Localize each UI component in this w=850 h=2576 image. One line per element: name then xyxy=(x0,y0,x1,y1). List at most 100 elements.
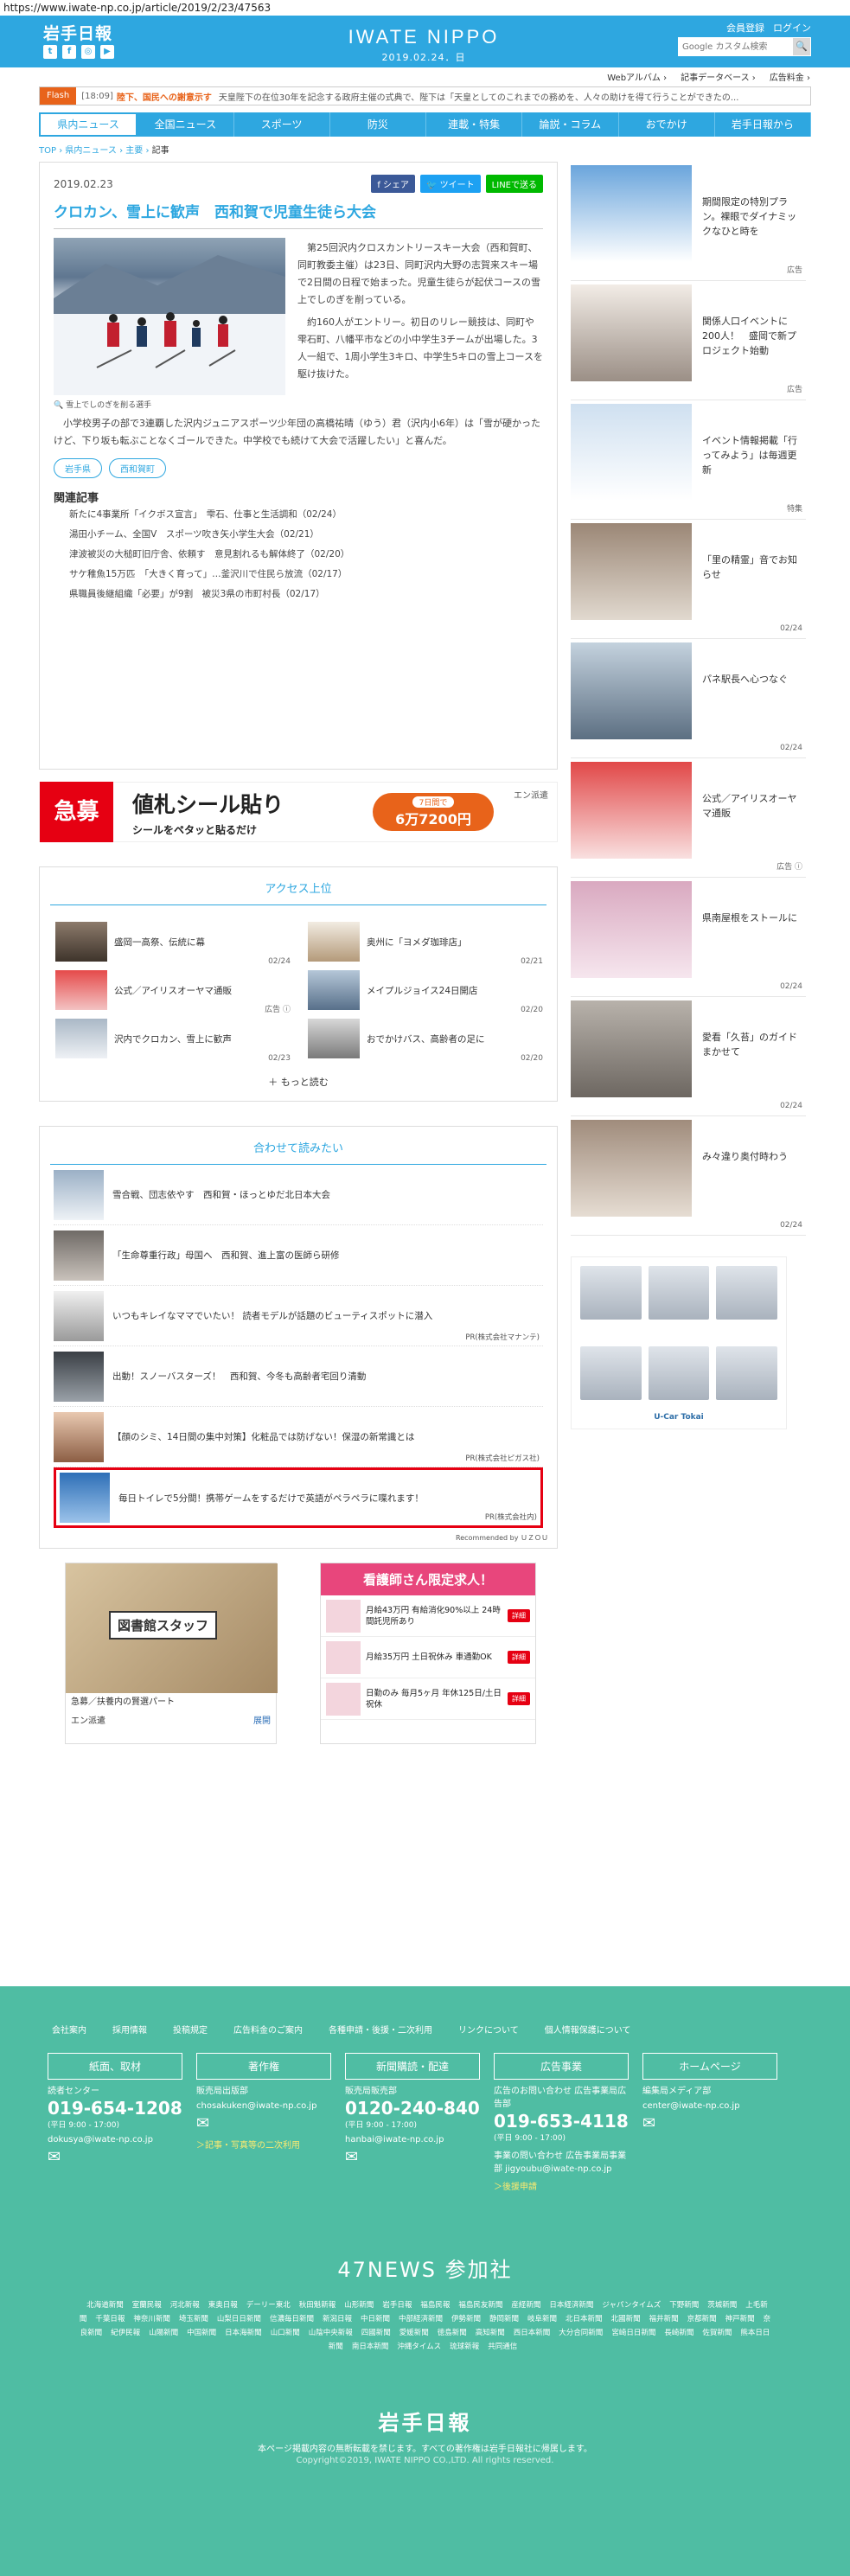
footer-link[interactable]: 個人情報保護について xyxy=(545,2023,631,2036)
ad-rates-link[interactable]: 広告料金 › xyxy=(770,70,810,83)
access-item[interactable]: メイプルジョイス24日開店 02/20 xyxy=(308,966,543,1014)
footer-link[interactable]: 投稿規定 xyxy=(173,2023,208,2036)
partner-paper-link[interactable]: 東奥日報 xyxy=(208,2301,238,2310)
partner-paper-link[interactable]: ジャパンタイムズ xyxy=(602,2301,661,2310)
partner-paper-link[interactable]: 山陽新聞 xyxy=(149,2329,178,2337)
mail-icon[interactable]: ✉ xyxy=(642,2114,777,2132)
login-link[interactable]: ログイン xyxy=(773,21,811,35)
contact-head[interactable]: 紙面、取材 xyxy=(48,2053,182,2080)
access-item[interactable]: 公式／アイリスオーヤマ通販 広告 ⓘ xyxy=(55,966,291,1014)
breadcrumb-sub[interactable]: 主要 xyxy=(125,146,143,156)
contact-head[interactable]: ホームページ xyxy=(642,2053,777,2080)
partner-paper-link[interactable]: 福島民友新聞 xyxy=(458,2301,502,2310)
partner-paper-link[interactable]: 日本経済新聞 xyxy=(549,2301,593,2310)
recommend-item[interactable]: 出動！スノーバスターズ！ 西和賀、今冬も高齢者宅回り清動 xyxy=(54,1346,543,1407)
partner-paper-link[interactable]: デーリー東北 xyxy=(246,2301,291,2310)
partner-paper-link[interactable]: 日本海新聞 xyxy=(225,2329,262,2337)
contact-head[interactable]: 広告事業 xyxy=(494,2053,629,2080)
breadcrumb-category[interactable]: 県内ニュース xyxy=(65,146,117,156)
nurse-ad-row[interactable]: 日勤のみ 毎月5ヶ月 年休125日/土日祝休 詳細 xyxy=(321,1678,535,1720)
contact-email[interactable]: dokusya@iwate-np.co.jp xyxy=(48,2135,182,2145)
nav-national-news[interactable]: 全国ニュース xyxy=(137,112,234,137)
nav-series[interactable]: 連載・特集 xyxy=(426,112,523,137)
related-item[interactable]: 津波被災の大槌町旧庁舎、依頼す 意見割れるも解体終了（02/20） xyxy=(54,545,543,565)
partner-paper-link[interactable]: 産経新聞 xyxy=(511,2301,540,2310)
related-item[interactable]: 湯田小チーム、全国V スポーツ吹き矢小学生大会（02/21） xyxy=(54,525,543,545)
partner-paper-link[interactable]: 大分合同新聞 xyxy=(559,2329,603,2337)
sidebar-item[interactable]: パネ駅長へ心つなぐ 02/24 xyxy=(571,639,806,758)
sidebar-item[interactable]: 愛看「久苔」のガイドまかせて 02/24 xyxy=(571,997,806,1116)
nav-disaster[interactable]: 防災 xyxy=(330,112,426,137)
partner-paper-link[interactable]: 茨城新聞 xyxy=(707,2301,737,2310)
contact-link[interactable]: ＞後援申請 xyxy=(494,2179,629,2192)
recommend-item[interactable]: いつもキレイなママでいたい！ 読者モデルが話題のビューティスポットに潜入 PR(株… xyxy=(54,1286,543,1346)
partner-paper-link[interactable]: 四國新聞 xyxy=(361,2329,391,2337)
partner-paper-link[interactable]: 琉球新報 xyxy=(450,2343,479,2351)
contact-email[interactable]: center@iwate-np.co.jp xyxy=(642,2101,777,2111)
partner-paper-link[interactable]: 山口新聞 xyxy=(271,2329,300,2337)
partner-paper-link[interactable]: 神戸新聞 xyxy=(725,2315,755,2324)
recommend-item[interactable]: 雪合戦、団志依やす 西和賀・ほっとゆだ北日本大会 xyxy=(54,1165,543,1225)
partner-paper-link[interactable]: 長崎新聞 xyxy=(664,2329,693,2337)
partner-paper-link[interactable]: 静岡新聞 xyxy=(489,2315,519,2324)
flash-news[interactable]: Flash [18:09] 陸下、国民への謝意示す 天皇陛下の在位30年を記念す… xyxy=(39,86,811,105)
partner-paper-link[interactable]: 岩手日報 xyxy=(382,2301,412,2310)
contact-phone[interactable]: 019-654-1208 xyxy=(48,2098,182,2119)
partner-paper-link[interactable]: 福井新聞 xyxy=(649,2315,679,2324)
footer-link[interactable]: リンクについて xyxy=(458,2023,519,2036)
partner-paper-link[interactable]: 河北新報 xyxy=(170,2301,200,2310)
partner-paper-link[interactable]: 高知新聞 xyxy=(476,2329,505,2337)
facebook-share-button[interactable]: f シェア xyxy=(371,175,416,193)
partner-paper-link[interactable]: 愛媛新聞 xyxy=(399,2329,429,2337)
sidebar-item[interactable]: 公式／アイリスオーヤマ通販 広告 ⓘ xyxy=(571,758,806,878)
partner-paper-link[interactable]: 佐賀新聞 xyxy=(702,2329,732,2337)
recommend-item[interactable]: 【顔のシミ、14日間の集中対策】化粧品では防げない！保湿の新常識とは PR(株式会… xyxy=(54,1407,543,1467)
contact-email[interactable]: chosakuken@iwate-np.co.jp xyxy=(196,2101,331,2111)
facebook-icon[interactable]: f xyxy=(62,45,76,59)
access-item[interactable]: おでかけバス、高齢者の足に 02/20 xyxy=(308,1014,543,1063)
detail-button[interactable]: 詳細 xyxy=(508,1609,530,1622)
partner-paper-link[interactable]: 紀伊民報 xyxy=(111,2329,140,2337)
partner-paper-link[interactable]: 北海道新聞 xyxy=(86,2301,124,2310)
web-album-link[interactable]: Webアルバム › xyxy=(607,70,667,83)
mail-icon[interactable]: ✉ xyxy=(345,2148,480,2166)
library-job-ad[interactable]: 図書館スタッフ 急募／扶養内の賢選パート エン派遣 展開 xyxy=(65,1563,278,1744)
partner-paper-link[interactable]: 新潟日報 xyxy=(323,2315,352,2324)
breadcrumb-top[interactable]: TOP xyxy=(39,146,56,156)
partner-paper-link[interactable]: 埼玉新聞 xyxy=(179,2315,208,2324)
partner-paper-link[interactable]: 信濃毎日新聞 xyxy=(270,2315,314,2324)
contact-link[interactable]: ＞記事・写真等の二次利用 xyxy=(196,2138,331,2151)
twitter-icon[interactable]: t xyxy=(43,45,57,59)
partner-paper-link[interactable]: 南日本新聞 xyxy=(352,2343,389,2351)
partner-paper-link[interactable]: 中部経済新聞 xyxy=(399,2315,443,2324)
recommend-item-highlighted[interactable]: 毎日トイレで5分間！携帯ゲームをするだけで英語がペラペラに喋れます！ PR(株式会… xyxy=(54,1467,543,1528)
nav-prefecture-news[interactable]: 県内ニュース xyxy=(39,112,138,137)
ad-cta[interactable]: 展開 xyxy=(253,1716,271,1728)
partner-paper-link[interactable]: 山梨日日新聞 xyxy=(217,2315,261,2324)
car-dealer-ad[interactable]: U-Car Tokai xyxy=(571,1256,787,1429)
job-banner-ad[interactable]: 急募 値札シール貼り シールをペタッと貼るだけ 7日間で 6万7200円 エン派… xyxy=(39,782,558,842)
nurse-ad-row[interactable]: 月給35万円 土日祝休み 車通勤OK 詳細 xyxy=(321,1637,535,1678)
sidebar-item[interactable]: 県南屋根をストールに 02/24 xyxy=(571,878,806,997)
mail-icon[interactable]: ✉ xyxy=(196,2114,331,2132)
related-item[interactable]: サケ稚魚15万匹 「大きく育って」…釜沢川で住民ら放流（02/17） xyxy=(54,565,543,585)
nav-outing[interactable]: おでかけ xyxy=(619,112,715,137)
contact-phone[interactable]: 0120-240-840 xyxy=(345,2098,480,2119)
contact-email[interactable]: 事業の問い合わせ 広告事業局事業部 jigyoubu@iwate-np.co.j… xyxy=(494,2148,629,2174)
partner-paper-link[interactable]: 室蘭民報 xyxy=(132,2301,162,2310)
browser-url[interactable]: https://www.iwate-np.co.jp/article/2019/… xyxy=(0,0,850,16)
contact-head[interactable]: 著作権 xyxy=(196,2053,331,2080)
tag-iwate[interactable]: 岩手県 xyxy=(54,458,102,478)
search-input[interactable] xyxy=(678,37,792,56)
partner-paper-link[interactable]: 沖縄タイムス xyxy=(397,2343,441,2351)
partner-paper-link[interactable]: 伊勢新聞 xyxy=(451,2315,481,2324)
read-more-button[interactable]: ＋ もっと読む xyxy=(40,1063,557,1101)
nurse-ad-row[interactable]: 月給43万円 有給消化90%以上 24時間託児所あり 詳細 xyxy=(321,1595,535,1637)
line-share-button[interactable]: LINEで送る xyxy=(485,175,543,193)
nav-from-nippo[interactable]: 岩手日報から xyxy=(715,112,811,137)
contact-phone[interactable]: 019-653-4118 xyxy=(494,2111,629,2132)
access-item[interactable]: 奥州に「ヨメダ珈琲店」 02/21 xyxy=(308,917,543,966)
footer-logo[interactable]: 岩手日報 xyxy=(0,2406,850,2436)
flash-headline[interactable]: 陸下、国民への謝意示す xyxy=(117,90,212,103)
nav-editorial[interactable]: 論説・コラム xyxy=(522,112,619,137)
